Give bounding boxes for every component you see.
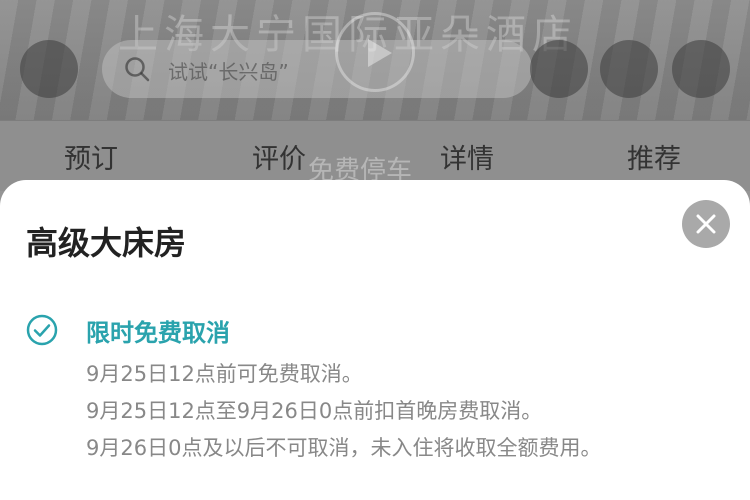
share-button[interactable] — [600, 40, 658, 98]
room-policy-sheet: 高级大床房 限时免费取消 9月25日12点前可免费取消。 9月25日12点至9月… — [0, 180, 750, 500]
hotel-photo-header: 上海大宁国际亚朵酒店 试试“长兴岛” — [0, 0, 750, 120]
search-icon — [125, 57, 150, 82]
check-circle-icon — [26, 314, 58, 346]
play-icon — [368, 39, 392, 67]
cancellation-policy-line: 9月26日0点及以后不可取消，未入住将收取全额费用。 — [86, 436, 602, 460]
close-icon — [696, 214, 716, 234]
cancellation-policy-title: 限时免费取消 — [86, 319, 230, 347]
tab-details[interactable]: 详情 — [440, 137, 494, 176]
tab-recommend[interactable]: 推荐 — [627, 137, 681, 176]
favorite-button[interactable] — [530, 40, 588, 98]
cancellation-policy-line: 9月25日12点前可免费取消。 — [86, 362, 363, 386]
more-button[interactable] — [672, 40, 730, 98]
cancellation-policy-line: 9月25日12点至9月26日0点前扣首晚房费取消。 — [86, 399, 543, 423]
search-bar[interactable]: 试试“长兴岛” — [102, 40, 532, 98]
play-video-button[interactable] — [335, 12, 415, 92]
room-title: 高级大床房 — [26, 224, 187, 262]
tab-booking[interactable]: 预订 — [64, 137, 118, 176]
close-button[interactable] — [682, 200, 730, 248]
search-placeholder: 试试“长兴岛” — [168, 60, 289, 84]
back-button[interactable] — [20, 40, 78, 98]
tab-reviews[interactable]: 评价 — [252, 137, 306, 176]
